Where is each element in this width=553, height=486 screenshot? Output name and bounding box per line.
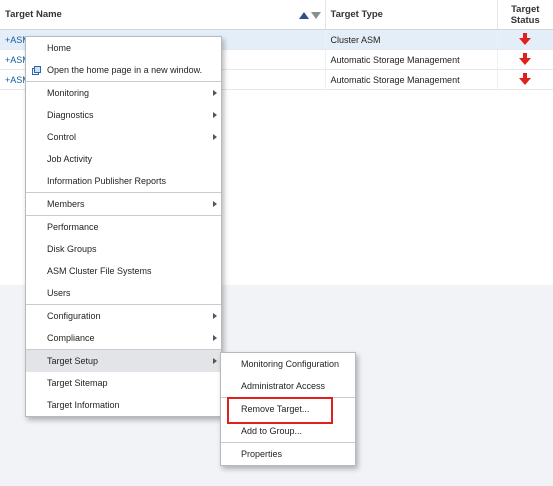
new-window-icon	[32, 66, 41, 75]
context-menu: Home Open the home page in a new window.…	[25, 36, 222, 417]
menu-item-job-activity[interactable]: Job Activity	[26, 148, 221, 170]
target-status-cell	[497, 49, 553, 70]
menu-item-diagnostics-label: Diagnostics	[47, 110, 94, 120]
menu-item-open-new-window-label: Open the home page in a new window.	[47, 65, 203, 75]
submenu-arrow-icon	[213, 201, 217, 207]
menu-item-users-label: Users	[47, 288, 71, 298]
down-arrow-icon	[519, 52, 532, 65]
submenu-arrow-icon	[213, 358, 217, 364]
menu-item-target-setup-label: Target Setup	[47, 356, 99, 366]
column-header-target-name[interactable]: Target Name	[0, 0, 326, 30]
menu-item-home-label: Home	[47, 43, 72, 53]
submenu-item-add-to-group-label: Add to Group...	[241, 426, 303, 436]
column-header-target-status-label: Target Status	[510, 3, 540, 26]
menu-item-asm-cluster-file-systems[interactable]: ASM Cluster File Systems	[26, 260, 221, 282]
column-header-target-type[interactable]: Target Type	[325, 0, 498, 30]
menu-item-control-label: Control	[47, 132, 77, 142]
menu-item-monitoring[interactable]: Monitoring	[26, 82, 221, 104]
column-header-target-status[interactable]: Target Status	[497, 0, 553, 30]
menu-item-information-publisher-reports[interactable]: Information Publisher Reports	[26, 170, 221, 192]
submenu-arrow-icon	[213, 313, 217, 319]
menu-item-job-activity-label: Job Activity	[47, 154, 93, 164]
submenu-item-monitoring-configuration[interactable]: Monitoring Configuration	[221, 353, 355, 375]
menu-item-target-information-label: Target Information	[47, 400, 120, 410]
submenu-arrow-icon	[213, 335, 217, 341]
menu-item-control[interactable]: Control	[26, 126, 221, 148]
menu-item-open-new-window[interactable]: Open the home page in a new window.	[26, 59, 221, 81]
submenu-item-monitoring-configuration-label: Monitoring Configuration	[241, 359, 340, 369]
menu-item-compliance-label: Compliance	[47, 333, 95, 343]
submenu-item-properties[interactable]: Properties	[221, 443, 355, 465]
menu-item-performance-label: Performance	[47, 222, 99, 232]
target-type-cell: Automatic Storage Management	[325, 69, 498, 90]
menu-item-asm-cluster-file-systems-label: ASM Cluster File Systems	[47, 266, 152, 276]
down-arrow-icon	[519, 72, 532, 85]
menu-item-members[interactable]: Members	[26, 193, 221, 215]
menu-item-members-label: Members	[47, 199, 85, 209]
submenu-item-administrator-access[interactable]: Administrator Access	[221, 375, 355, 397]
submenu-arrow-icon	[213, 90, 217, 96]
menu-item-monitoring-label: Monitoring	[47, 88, 90, 98]
target-status-cell	[497, 69, 553, 90]
menu-item-information-publisher-reports-label: Information Publisher Reports	[47, 176, 167, 186]
menu-item-configuration[interactable]: Configuration	[26, 305, 221, 327]
menu-item-home[interactable]: Home	[26, 37, 221, 59]
menu-item-diagnostics[interactable]: Diagnostics	[26, 104, 221, 126]
target-type-cell: Cluster ASM	[325, 29, 498, 50]
menu-item-target-sitemap[interactable]: Target Sitemap	[26, 372, 221, 394]
menu-item-performance[interactable]: Performance	[26, 216, 221, 238]
target-type-cell: Automatic Storage Management	[325, 49, 498, 70]
menu-item-target-information[interactable]: Target Information	[26, 394, 221, 416]
menu-item-disk-groups-label: Disk Groups	[47, 244, 97, 254]
menu-item-compliance[interactable]: Compliance	[26, 327, 221, 349]
submenu-arrow-icon	[213, 134, 217, 140]
remove-target-highlight	[227, 397, 333, 424]
target-status-cell	[497, 29, 553, 50]
down-arrow-icon	[519, 32, 532, 45]
column-header-target-name-label: Target Name	[5, 9, 62, 20]
column-header-target-type-label: Target Type	[330, 9, 383, 20]
menu-item-target-sitemap-label: Target Sitemap	[47, 378, 108, 388]
submenu-item-properties-label: Properties	[241, 449, 283, 459]
menu-item-users[interactable]: Users	[26, 282, 221, 304]
menu-item-target-setup[interactable]: Target Setup	[26, 350, 221, 372]
submenu-arrow-icon	[213, 112, 217, 118]
sort-icon[interactable]	[298, 11, 321, 22]
menu-item-disk-groups[interactable]: Disk Groups	[26, 238, 221, 260]
menu-item-configuration-label: Configuration	[47, 311, 101, 321]
submenu-item-administrator-access-label: Administrator Access	[241, 381, 326, 391]
